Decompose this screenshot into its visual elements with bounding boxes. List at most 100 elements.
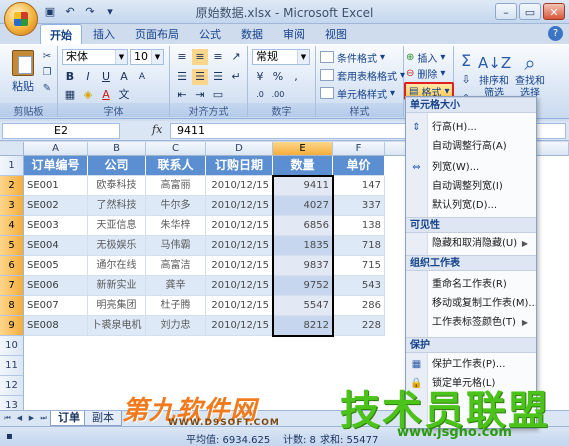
row-header-9[interactable]: 9 bbox=[0, 316, 24, 336]
close-button[interactable]: ✕ bbox=[543, 3, 565, 20]
tab-data[interactable]: 数据 bbox=[232, 24, 272, 44]
menu-item[interactable]: 工作表标签颜色(T) ▶ bbox=[406, 313, 536, 332]
table-header-cell[interactable]: 订购日期 bbox=[206, 156, 273, 176]
menu-item[interactable]: 移动或复制工作表(M)... bbox=[406, 294, 536, 313]
number-format-select[interactable]: 常规 ▼ bbox=[252, 49, 310, 65]
currency-icon[interactable]: ¥ bbox=[252, 69, 268, 85]
table-cell[interactable]: 马伟霸 bbox=[146, 236, 206, 256]
row-header-5[interactable]: 5 bbox=[0, 236, 24, 256]
menu-item[interactable]: ▦ 保护工作表(P)... bbox=[406, 355, 536, 374]
prev-sheet-icon[interactable]: ◀ bbox=[14, 413, 25, 424]
table-cell[interactable]: 2010/12/15 bbox=[206, 216, 273, 236]
align-left-icon[interactable]: ☰ bbox=[174, 69, 190, 85]
cell-styles-button[interactable]: 单元格样式 ▾ bbox=[320, 85, 395, 101]
office-button[interactable] bbox=[4, 2, 38, 36]
table-cell[interactable]: 9411 bbox=[273, 176, 333, 196]
table-cell[interactable]: SE008 bbox=[24, 316, 88, 336]
sheet-tab-copy[interactable]: 副本 bbox=[84, 411, 122, 426]
table-cell[interactable]: 朱华梓 bbox=[146, 216, 206, 236]
row-header-13[interactable]: 13 bbox=[0, 396, 24, 410]
table-cell[interactable]: 2010/12/15 bbox=[206, 176, 273, 196]
phonetic-icon[interactable]: 文 bbox=[116, 87, 132, 103]
align-right-icon[interactable]: ☰ bbox=[210, 69, 226, 85]
table-header-cell[interactable]: 单价 bbox=[333, 156, 385, 176]
table-cell[interactable]: 2010/12/15 bbox=[206, 316, 273, 336]
menu-item[interactable]: 重命名工作表(R) bbox=[406, 275, 536, 294]
table-cell[interactable]: 286 bbox=[333, 296, 385, 316]
next-sheet-icon[interactable]: ▶ bbox=[26, 413, 37, 424]
delete-cells-button[interactable]: ⊖ 删除 ▾ bbox=[406, 65, 445, 81]
table-cell[interactable]: 228 bbox=[333, 316, 385, 336]
table-cell[interactable]: 4027 bbox=[273, 196, 333, 216]
row-header-3[interactable]: 3 bbox=[0, 196, 24, 216]
table-header-cell[interactable]: 公司 bbox=[88, 156, 146, 176]
fill-color-icon[interactable]: ◈ bbox=[80, 87, 96, 103]
insert-cells-button[interactable]: ⊕ 插入 ▾ bbox=[406, 49, 445, 65]
table-cell[interactable]: 2010/12/15 bbox=[206, 236, 273, 256]
table-cell[interactable]: 龚辛 bbox=[146, 276, 206, 296]
minimize-button[interactable]: – bbox=[495, 3, 517, 20]
comma-style-icon[interactable]: , bbox=[288, 69, 304, 85]
font-size-select[interactable]: 10 ▼ bbox=[130, 49, 164, 65]
menu-item[interactable]: ⇕ 行高(H)... bbox=[406, 118, 536, 137]
find-select-button[interactable]: ⌕ 查找和 选择 bbox=[514, 50, 546, 100]
font-name-select[interactable]: 宋体 ▼ bbox=[62, 49, 128, 65]
menu-item[interactable]: ⇔ 列宽(W)... bbox=[406, 158, 536, 177]
menu-item[interactable]: 自动调整行高(A) bbox=[406, 137, 536, 156]
column-header-e[interactable]: E bbox=[273, 142, 333, 156]
autosum-button[interactable]: Σ bbox=[456, 48, 476, 74]
table-cell[interactable]: SE004 bbox=[24, 236, 88, 256]
table-cell[interactable]: 543 bbox=[333, 276, 385, 296]
table-cell[interactable]: 高富丽 bbox=[146, 176, 206, 196]
table-cell[interactable]: 明亮集团 bbox=[88, 296, 146, 316]
select-all-corner[interactable] bbox=[0, 142, 24, 156]
table-cell[interactable]: 9837 bbox=[273, 256, 333, 276]
sort-filter-button[interactable]: A↓Z 排序和 筛选 bbox=[478, 50, 511, 100]
sheet-tab-order[interactable]: 订单 bbox=[50, 411, 88, 426]
row-header-10[interactable]: 10 bbox=[0, 336, 24, 356]
percent-icon[interactable]: % bbox=[270, 69, 286, 85]
table-header-cell[interactable]: 联系人 bbox=[146, 156, 206, 176]
copy-icon[interactable]: ❐ bbox=[40, 66, 54, 79]
table-cell[interactable]: 2010/12/15 bbox=[206, 256, 273, 276]
row-header-1[interactable]: 1 bbox=[0, 156, 24, 176]
table-cell[interactable]: 牛尔多 bbox=[146, 196, 206, 216]
table-cell[interactable]: 147 bbox=[333, 176, 385, 196]
align-top-icon[interactable]: ≡ bbox=[174, 49, 190, 65]
table-cell[interactable]: 5547 bbox=[273, 296, 333, 316]
menu-item[interactable]: 默认列宽(D)... bbox=[406, 196, 536, 215]
cut-icon[interactable]: ✂ bbox=[40, 50, 54, 63]
row-header-4[interactable]: 4 bbox=[0, 216, 24, 236]
table-cell[interactable]: 通尔在线 bbox=[88, 256, 146, 276]
increase-indent-icon[interactable]: ⇥ bbox=[192, 87, 208, 103]
table-cell[interactable]: SE002 bbox=[24, 196, 88, 216]
bold-button[interactable]: B bbox=[62, 69, 78, 85]
table-cell[interactable]: 138 bbox=[333, 216, 385, 236]
tab-home[interactable]: 开始 bbox=[40, 24, 82, 44]
last-sheet-icon[interactable]: ⏭ bbox=[38, 413, 49, 424]
row-header-12[interactable]: 12 bbox=[0, 376, 24, 396]
maximize-button[interactable]: ▭ bbox=[519, 3, 541, 20]
help-icon[interactable]: ? bbox=[548, 26, 563, 41]
table-cell[interactable]: 2010/12/15 bbox=[206, 196, 273, 216]
table-cell[interactable]: 欧泰科技 bbox=[88, 176, 146, 196]
italic-button[interactable]: I bbox=[80, 69, 96, 85]
table-header-cell[interactable]: 订单编号 bbox=[24, 156, 88, 176]
table-cell[interactable]: 杜子腾 bbox=[146, 296, 206, 316]
table-cell[interactable]: 2010/12/15 bbox=[206, 276, 273, 296]
column-header-c[interactable]: C bbox=[146, 142, 206, 156]
table-cell[interactable]: 2010/12/15 bbox=[206, 296, 273, 316]
row-header-11[interactable]: 11 bbox=[0, 356, 24, 376]
table-cell[interactable]: 卜裘泉电机 bbox=[88, 316, 146, 336]
table-cell[interactable]: 8212 bbox=[273, 316, 333, 336]
paste-button[interactable]: 粘贴 bbox=[8, 50, 38, 94]
format-as-table-button[interactable]: 套用表格格式 ▾ bbox=[320, 67, 405, 83]
table-cell[interactable]: 新新实业 bbox=[88, 276, 146, 296]
first-sheet-icon[interactable]: ⏮ bbox=[2, 413, 13, 424]
align-middle-icon[interactable]: ≡ bbox=[192, 49, 208, 65]
table-cell[interactable]: 337 bbox=[333, 196, 385, 216]
grow-font-icon[interactable]: A bbox=[116, 69, 132, 85]
underline-button[interactable]: U bbox=[98, 69, 114, 85]
table-cell[interactable]: 高富洁 bbox=[146, 256, 206, 276]
shrink-font-icon[interactable]: A bbox=[134, 69, 150, 85]
